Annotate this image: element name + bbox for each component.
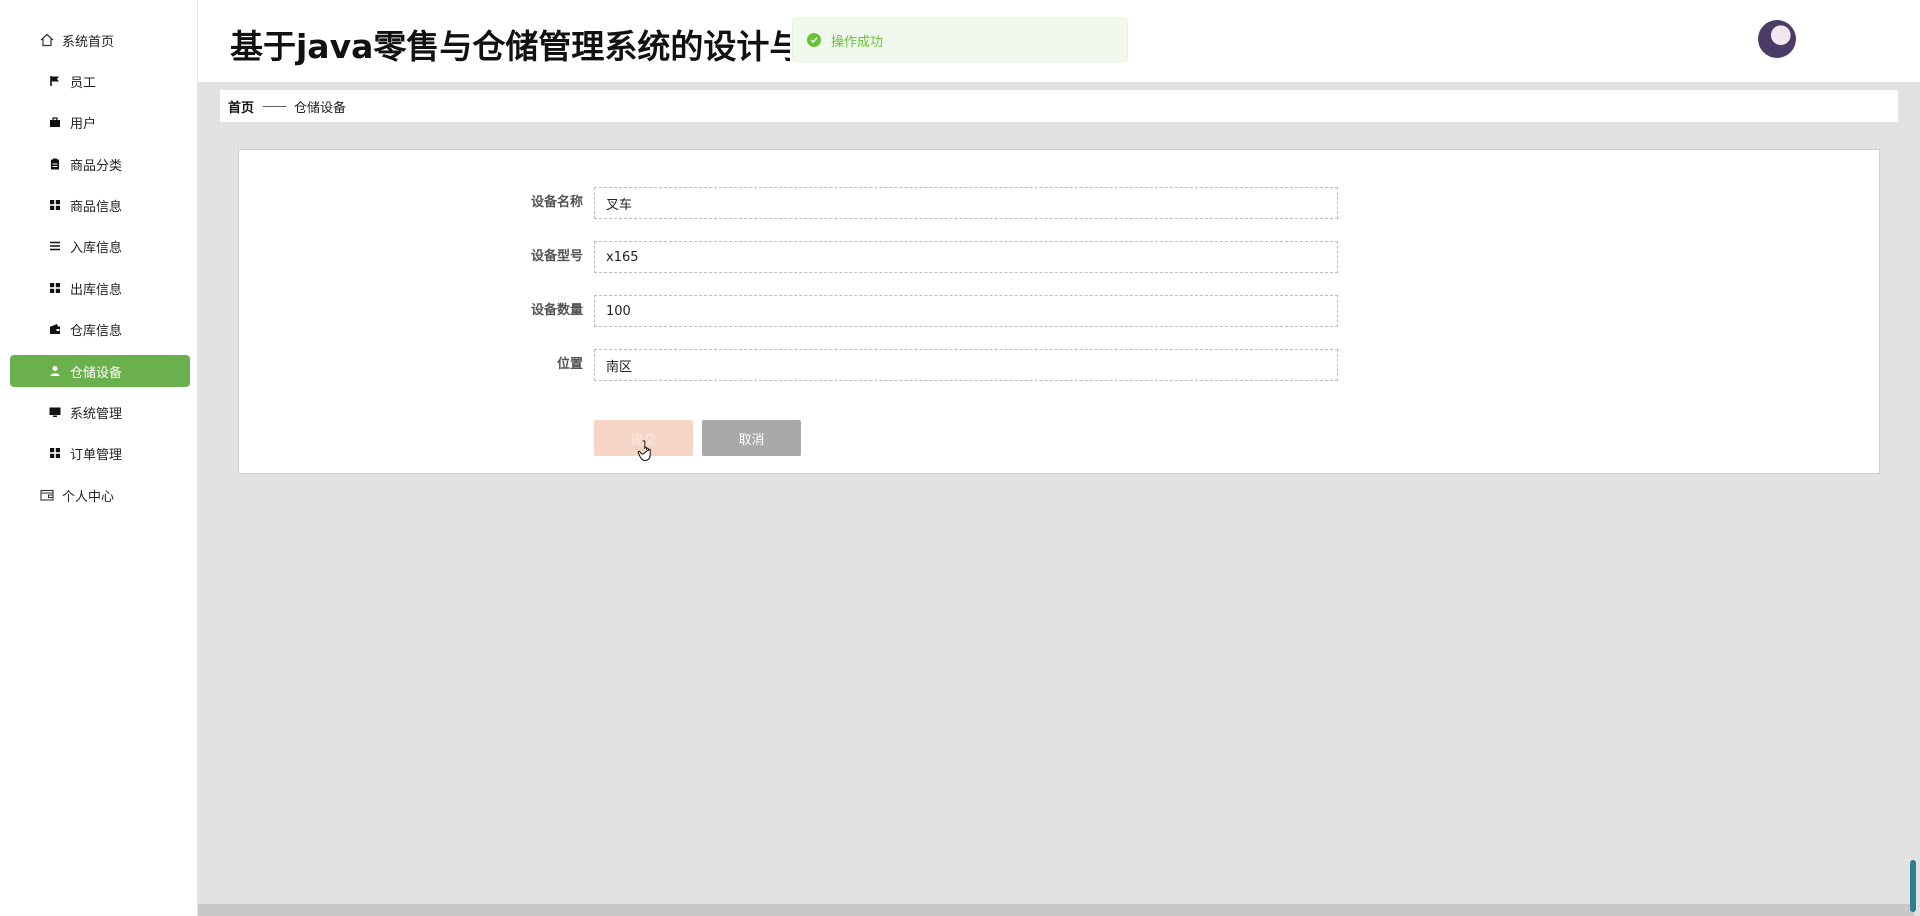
sidebar-item-profile[interactable]: 个人中心 xyxy=(10,479,190,511)
field-label: 设备型号 xyxy=(530,249,583,264)
equipment-name-input[interactable] xyxy=(594,187,1338,219)
sidebar-item-home[interactable]: 系统首页 xyxy=(10,24,190,56)
wallet-outline-icon xyxy=(38,486,56,504)
sidebar-item-outbound[interactable]: 出库信息 xyxy=(10,272,190,304)
wallet-icon xyxy=(46,320,64,338)
sidebar-item-system[interactable]: 系统管理 xyxy=(10,396,190,428)
sidebar-item-product[interactable]: 商品信息 xyxy=(10,189,190,221)
sidebar-item-label: 员工 xyxy=(70,75,97,91)
form-row-model: 设备型号 xyxy=(239,241,1879,273)
sidebar-item-label: 出库信息 xyxy=(70,282,123,298)
grid-icon xyxy=(46,279,64,297)
grid-icon xyxy=(46,196,64,214)
sidebar-item-label: 商品分类 xyxy=(70,158,123,174)
equipment-quantity-input[interactable] xyxy=(594,295,1338,327)
cancel-button[interactable]: 取消 xyxy=(702,420,801,456)
briefcase-icon xyxy=(46,113,64,131)
home-icon xyxy=(38,31,56,49)
user-icon xyxy=(46,362,64,380)
flag-icon xyxy=(46,72,64,90)
breadcrumb-home[interactable]: 首页 xyxy=(228,97,254,116)
sidebar-item-label: 仓库信息 xyxy=(70,323,123,339)
sidebar-item-warehouse[interactable]: 仓库信息 xyxy=(10,313,190,345)
form-row-name: 设备名称 xyxy=(239,187,1879,219)
sidebar-item-label: 系统首页 xyxy=(62,34,115,50)
toast-message: 操作成功 xyxy=(831,34,884,50)
top-header: 基于java零售与仓储管理系统的设计与实 操作成功 xyxy=(198,0,1920,82)
sidebar-item-label: 个人中心 xyxy=(62,489,115,505)
equipment-location-input[interactable] xyxy=(594,349,1338,381)
sidebar-item-label: 系统管理 xyxy=(70,406,123,422)
sidebar-item-label: 订单管理 xyxy=(70,447,123,463)
sidebar-item-label: 商品信息 xyxy=(70,199,123,215)
form-row-quantity: 设备数量 xyxy=(239,295,1879,327)
form-row-location: 位置 xyxy=(239,349,1879,381)
equipment-model-input[interactable] xyxy=(594,241,1338,273)
success-toast: 操作成功 xyxy=(792,18,1128,62)
field-label: 设备名称 xyxy=(530,195,583,210)
field-label: 位置 xyxy=(556,357,583,372)
field-label: 设备数量 xyxy=(530,303,583,318)
sidebar-item-orders[interactable]: 订单管理 xyxy=(10,437,190,469)
breadcrumb: 首页 —— 仓储设备 xyxy=(220,90,1898,122)
breadcrumb-current: 仓储设备 xyxy=(294,100,347,116)
avatar[interactable] xyxy=(1758,20,1796,58)
list-icon xyxy=(46,237,64,255)
submit-button[interactable]: 提交 xyxy=(594,420,693,456)
sidebar-item-label: 入库信息 xyxy=(70,240,123,256)
monitor-icon xyxy=(46,403,64,421)
horizontal-scrollbar[interactable] xyxy=(198,904,1914,916)
sidebar-item-category[interactable]: 商品分类 xyxy=(10,148,190,180)
check-circle-icon xyxy=(807,33,821,47)
sidebar-item-user[interactable]: 用户 xyxy=(10,106,190,138)
equipment-form-card: 设备名称 设备型号 设备数量 位置 提交 取消 xyxy=(238,149,1880,474)
sidebar-item-employee[interactable]: 员工 xyxy=(10,65,190,97)
scroll-handle[interactable] xyxy=(1910,860,1916,912)
clipboard-icon xyxy=(46,155,64,173)
app-title: 基于java零售与仓储管理系统的设计与实 xyxy=(230,27,790,66)
sidebar-item-label: 用户 xyxy=(70,116,97,132)
sidebar: 系统首页 员工 用户 商品分类 商品信息 入库信息 出库信息 仓库信息 仓储设备… xyxy=(0,0,198,916)
grid-icon xyxy=(46,444,64,462)
sidebar-item-storage-equipment[interactable]: 仓储设备 xyxy=(10,355,190,387)
sidebar-item-inbound[interactable]: 入库信息 xyxy=(10,230,190,262)
breadcrumb-separator: —— xyxy=(262,98,287,114)
sidebar-item-label: 仓储设备 xyxy=(70,365,123,381)
